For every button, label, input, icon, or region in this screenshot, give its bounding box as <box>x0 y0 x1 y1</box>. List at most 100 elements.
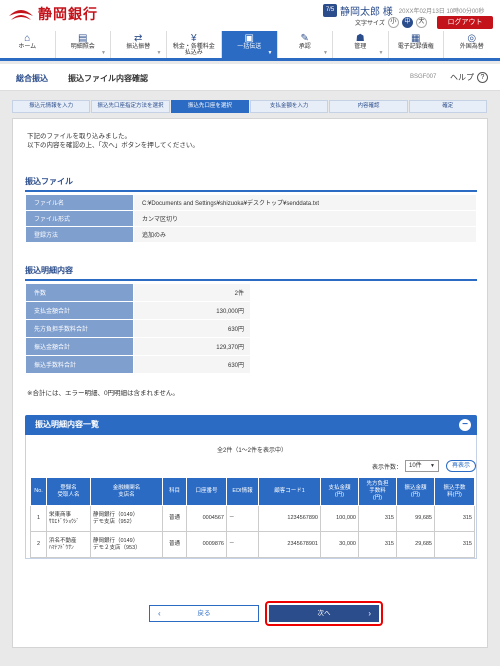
table-row: 1 栄東商事 ｻｶｴﾄﾞｳｼｮｳｼﾞ 静岡銀行（0149） デモ支店（952） … <box>30 505 475 532</box>
summary-note: ※合計には、エラー明細、0円明細は含まれません。 <box>27 390 179 397</box>
cell-amount: 30,000 <box>320 531 359 558</box>
summary-label: 件数 <box>25 283 134 302</box>
bank-logo-icon <box>9 10 33 20</box>
summary-label: 振込金額合計 <box>25 337 134 356</box>
transfer-icon: ⇄ <box>134 33 143 44</box>
nav-statement[interactable]: ▤ 明細照会 ▼ <box>56 31 111 58</box>
batch-icon: ▣ <box>244 33 254 44</box>
display-controls: 表示件数： 10件 ▼ 再表示 <box>372 460 476 472</box>
cell-bank: 静岡銀行（0149） デモ支店（952） <box>90 505 163 532</box>
cell-code: 1234567890 <box>258 505 321 532</box>
cell-transfer-amount: 99,685 <box>396 505 435 532</box>
cell-type: 普通 <box>162 531 187 558</box>
nav-tax[interactable]: ¥ 税金・各種料金 払込み <box>167 31 222 58</box>
step-5: 内容確認 <box>329 100 408 113</box>
step-4: 支払金額を入力 <box>249 100 329 113</box>
help-icon: ? <box>477 72 488 83</box>
global-nav: ⌂ ホーム ▤ 明細照会 ▼ ⇄ 振込振替 ▼ ¥ 税金・各種料金 払込み ▣ 一括伝送 ▼ ✎… <box>0 31 500 61</box>
per-page-value: 10件 <box>409 463 422 469</box>
record-count: 全2件（1～2件を表示中） <box>216 448 287 454</box>
summary-table: 件数 2件 支払金額合計 130,000円 先方負担手数料合計 630円 振込金額合計… <box>25 283 251 374</box>
nav-admin[interactable]: ☗ 管理 ▼ <box>333 31 389 58</box>
register-method-label: 登録方法 <box>25 226 134 243</box>
cell-bearer-fee: 315 <box>358 505 397 532</box>
font-size-large-button[interactable]: 大 <box>415 17 427 28</box>
detail-list-title: 振込明細内容一覧 <box>35 420 99 429</box>
column-header: 口座番号 <box>186 477 227 506</box>
column-header: 振込金額 (円) <box>396 477 435 506</box>
bond-icon: ▦ <box>411 33 421 44</box>
summary-label: 支払金額合計 <box>25 301 134 320</box>
summary-value: 129,370円 <box>133 337 251 356</box>
step-1: 振込元情報を入力 <box>12 100 91 113</box>
table-row: 2 浜名不動産 ﾊﾏﾅﾌﾄﾞｳｻﾝ 静岡銀行（0149） デモ２支店（953） … <box>30 531 475 558</box>
summary-section-heading: 振込明細内容 <box>25 265 477 281</box>
summary-label: 振込手数料合計 <box>25 355 134 374</box>
chevron-left-icon: ‹ <box>158 609 161 618</box>
forex-icon: ◎ <box>467 33 477 44</box>
detail-list-body: 全2件（1～2件を表示中） 表示件数： 10件 ▼ 再表示 No. 登録名 受取人… <box>25 435 477 559</box>
column-header: 先方負担 手数料 (円) <box>358 477 397 506</box>
document-icon: ▤ <box>78 33 88 44</box>
bank-name: 静岡銀行 <box>38 6 98 22</box>
cell-bank: 静岡銀行（0149） デモ２支店（953） <box>90 531 163 558</box>
file-section-heading: 振込ファイル <box>25 176 477 192</box>
approve-icon: ✎ <box>300 33 309 44</box>
register-method-value: 追加のみ <box>133 226 477 243</box>
chevron-right-icon: › <box>368 609 371 618</box>
tax-icon: ¥ <box>190 33 197 44</box>
step-3: 振込先口座を選択 <box>170 100 249 113</box>
help-label: ヘルプ <box>450 73 474 82</box>
font-size-small-button[interactable]: 小 <box>387 17 399 28</box>
header: 静岡銀行 7/5 静岡太郎 様 20XX年02月13日 10時00分00秒 文字… <box>0 0 500 31</box>
cell-code: 2345678901 <box>258 531 321 558</box>
next-button[interactable]: 次へ › <box>269 605 379 622</box>
cell-transfer-amount: 29,685 <box>396 531 435 558</box>
admin-icon: ☗ <box>355 33 365 44</box>
help-link[interactable]: ヘルプ? <box>450 72 488 83</box>
back-label: 戻る <box>197 610 211 617</box>
column-header: 支払金額 (円) <box>320 477 359 506</box>
message-line: 以下の内容を確認の上、「次へ」ボタンを押してください。 <box>27 142 199 149</box>
cell-amount: 100,000 <box>320 505 359 532</box>
summary-value: 630円 <box>133 319 251 338</box>
per-page-select[interactable]: 10件 ▼ <box>405 460 439 472</box>
page-titlebar: 総合振込 振込ファイル内容確認 BSGF007 ヘルプ? <box>0 64 500 91</box>
instruction-message: 下記のファイルを取り込みました。 以下の内容を確認の上、「次へ」ボタンを押してく… <box>27 132 199 150</box>
collapse-icon[interactable]: − <box>459 419 471 431</box>
cell-account: 0009876 <box>186 531 227 558</box>
nav-forex[interactable]: ◎ 外国為替 <box>444 31 500 58</box>
cell-no: 2 <box>30 531 47 558</box>
column-header: 科目 <box>162 477 187 506</box>
summary-value: 130,000円 <box>133 301 251 320</box>
action-buttons: ‹ 戻る 次へ › <box>149 601 383 626</box>
redisplay-button[interactable]: 再表示 <box>445 460 476 472</box>
cell-no: 1 <box>30 505 47 532</box>
nav-transfer[interactable]: ⇄ 振込振替 ▼ <box>111 31 167 58</box>
column-header: EDI情報 <box>226 477 259 506</box>
file-format-label: ファイル形式 <box>25 210 134 227</box>
nav-home[interactable]: ⌂ ホーム <box>0 31 56 58</box>
progress-steps: 振込元情報を入力 振込先口座指定方法を選択 振込先口座を選択 支払金額を入力 内… <box>12 100 488 113</box>
cell-fee: 315 <box>434 531 475 558</box>
chevron-down-icon: ▼ <box>378 50 384 56</box>
summary-value: 2件 <box>133 283 251 302</box>
column-header: No. <box>30 477 47 506</box>
font-size-medium-button[interactable]: 中 <box>401 17 413 28</box>
bank-logo[interactable]: 静岡銀行 <box>7 4 98 24</box>
user-badge: 7/5 <box>323 4 337 17</box>
nav-bond[interactable]: ▦ 電子記録債権 <box>389 31 444 58</box>
column-header: 振込手数 料(円) <box>434 477 475 506</box>
back-button[interactable]: ‹ 戻る <box>149 605 259 622</box>
nav-approve[interactable]: ✎ 承認 ▼ <box>278 31 333 58</box>
cell-edi: － <box>226 505 259 532</box>
cell-name: 浜名不動産 ﾊﾏﾅﾌﾄﾞｳｻﾝ <box>46 531 91 558</box>
next-button-highlight: 次へ › <box>265 601 383 626</box>
logout-button[interactable]: ログアウト <box>437 16 493 29</box>
page-title: 振込ファイル内容確認 <box>68 74 148 83</box>
cell-bearer-fee: 315 <box>358 531 397 558</box>
nav-batch[interactable]: ▣ 一括伝送 ▼ <box>222 31 278 58</box>
file-name-value: C:¥Documents and Settings¥shizuoka¥デスクトッ… <box>133 194 477 211</box>
detail-list-header[interactable]: 振込明細内容一覧 − <box>25 415 477 435</box>
nav-label: 電子記録債権 <box>397 44 434 50</box>
